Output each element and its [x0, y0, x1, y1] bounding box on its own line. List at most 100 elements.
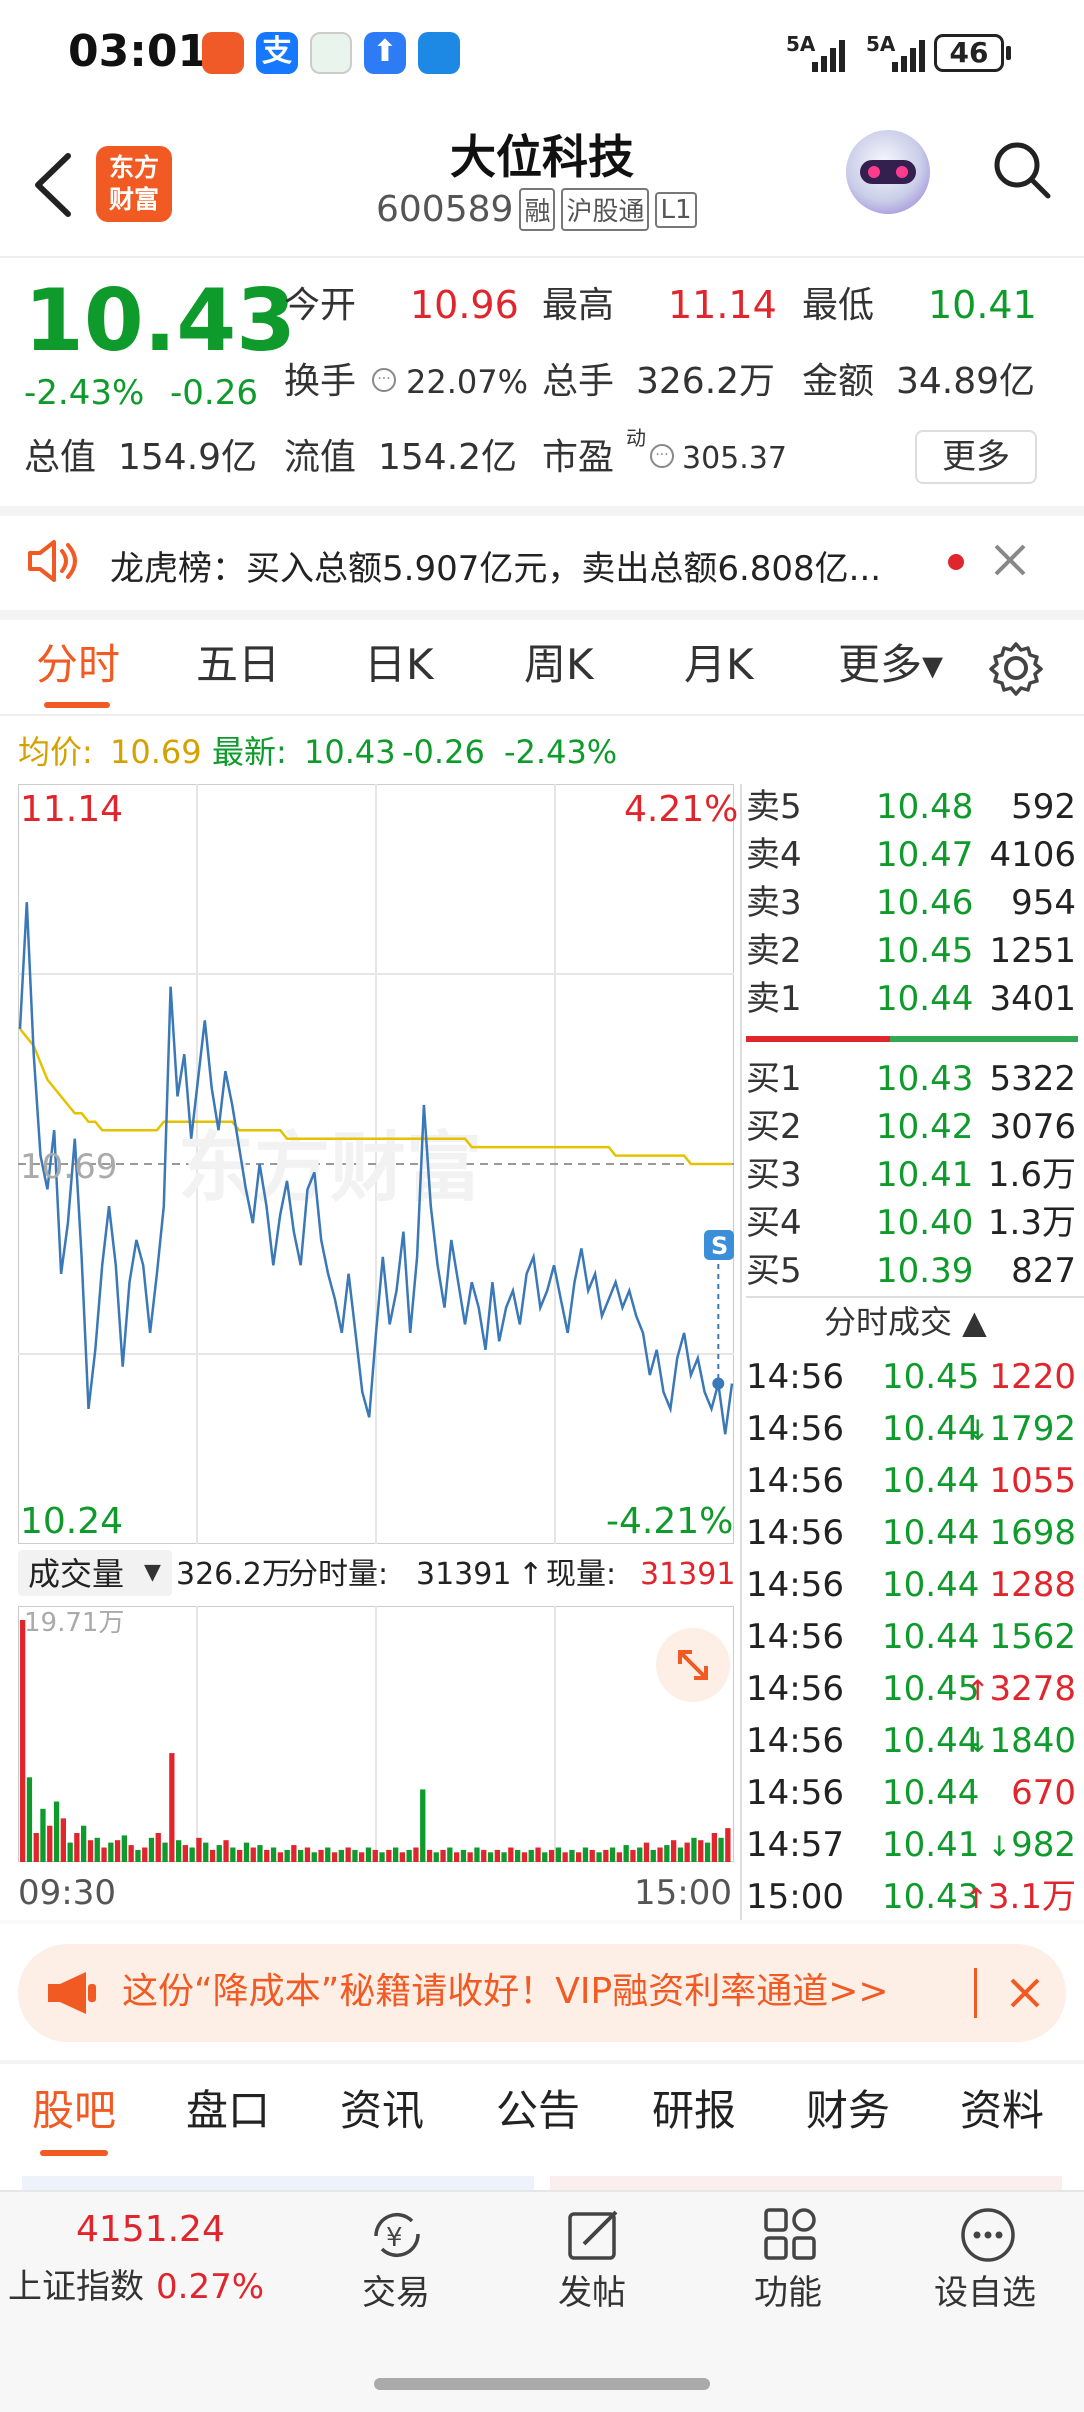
index-pct: 0.27%	[156, 2267, 265, 2307]
tab-news[interactable]: 资讯	[340, 2090, 424, 2132]
info-icon[interactable]: ···	[372, 368, 396, 392]
volume-bar	[379, 1852, 385, 1862]
tick-volume: 1055	[989, 1461, 1076, 1501]
tick-volume: 3.1万	[987, 1877, 1076, 1917]
bid-label: 买4	[746, 1203, 802, 1243]
volume-bar	[609, 1847, 616, 1862]
volume-bar	[230, 1847, 236, 1862]
tab-research[interactable]: 研报	[652, 2090, 736, 2132]
promo-banner[interactable]: 这份“降成本”秘籍请收好！VIP融资利率通道>>	[18, 1944, 1066, 2042]
active-tab-indicator	[44, 702, 110, 708]
tab-guba[interactable]: 股吧	[32, 2090, 116, 2132]
ask-price: 10.45	[876, 931, 974, 971]
bid-bar	[890, 1036, 1078, 1042]
tab-monthly-k[interactable]: 月K	[684, 644, 754, 686]
volume-bar	[501, 1852, 507, 1862]
volume-bar	[677, 1847, 684, 1862]
ask-price: 10.46	[876, 883, 974, 923]
tick-time: 14:56	[746, 1669, 844, 1709]
volume-bar	[386, 1849, 392, 1862]
search-icon[interactable]	[990, 138, 1054, 202]
robot-assistant-icon[interactable]	[846, 130, 930, 214]
low-label: 最低	[802, 285, 875, 326]
tab-announcements[interactable]: 公告	[496, 2090, 580, 2132]
volume-bar	[311, 1852, 317, 1862]
tick-volume-cell: 1698	[989, 1516, 1076, 1550]
close-icon[interactable]	[1008, 1976, 1042, 2010]
tick-arrow: ↓	[966, 1414, 990, 1447]
now-volume-label: 现量:	[546, 1557, 617, 1592]
price-chart[interactable]: 东方财富 S	[18, 784, 734, 1544]
active-tab-indicator	[40, 2150, 108, 2156]
up-arrow: ↑	[518, 1557, 544, 1592]
volume-bar	[209, 1849, 216, 1862]
tick-arrow: ↓	[987, 1830, 1012, 1863]
volume-bar	[81, 1825, 87, 1862]
latest-label: 最新:	[212, 733, 287, 771]
current-price: 10.43	[24, 271, 297, 371]
pe-value: 305.37	[682, 441, 787, 476]
tick-volume-cell: 1288	[989, 1568, 1076, 1602]
svg-text:¥: ¥	[386, 2223, 403, 2253]
back-icon[interactable]	[30, 150, 74, 220]
notice-text[interactable]: 龙虎榜：买入总额5.907亿元，卖出总额6.808亿...	[110, 552, 881, 586]
now-volume-value: 31391	[640, 1557, 736, 1592]
volume-bar	[643, 1842, 650, 1862]
volume-bar	[691, 1837, 697, 1862]
tick-price: 10.45	[882, 1669, 980, 1709]
tab-5day[interactable]: 五日	[196, 644, 280, 686]
amount-label: 金额	[802, 361, 875, 402]
pe-info-icon[interactable]: ···	[650, 444, 674, 468]
chevron-down-icon: ▼	[144, 1560, 161, 1585]
volume-bar	[467, 1852, 473, 1862]
panel-divider	[740, 784, 742, 1920]
tab-profile[interactable]: 资料	[960, 2090, 1044, 2132]
volume-selector-label: 成交量	[28, 1555, 125, 1593]
volume-bar	[603, 1849, 609, 1862]
pe-label: 市盈	[542, 437, 615, 478]
volume-bar	[596, 1852, 602, 1862]
close-icon[interactable]	[992, 542, 1028, 578]
bid-label: 买3	[746, 1155, 802, 1195]
bid-volume: 827	[1011, 1251, 1076, 1291]
tab-pankou[interactable]: 盘口	[186, 2090, 270, 2132]
volume-bar	[372, 1849, 378, 1862]
tab-intraday[interactable]: 分时	[36, 644, 120, 686]
ask-price: 10.44	[876, 979, 974, 1019]
tab-more[interactable]: 更多▾	[838, 644, 943, 686]
tick-arrow: ↓	[966, 1726, 990, 1759]
tag-margin: 融	[519, 188, 556, 231]
more-button[interactable]: 更多	[915, 430, 1037, 484]
expand-icon[interactable]	[656, 1628, 730, 1702]
pe-superscript: 动	[626, 426, 646, 450]
chart-top-price: 11.14	[20, 789, 124, 830]
volume-bar	[521, 1852, 528, 1862]
volume-selector[interactable]: 成交量 ▼	[18, 1550, 172, 1596]
volume-max-label: 19.71万	[24, 1608, 125, 1638]
home-indicator[interactable]	[374, 2378, 710, 2390]
tick-volume: 3278	[989, 1669, 1076, 1709]
tick-time: 14:56	[746, 1357, 844, 1397]
volume-bar	[74, 1833, 80, 1862]
volume-bar	[433, 1852, 439, 1862]
tab-weekly-k[interactable]: 周K	[524, 644, 594, 686]
volume-bar	[162, 1842, 168, 1862]
promo-text[interactable]: 这份“降成本”秘籍请收好！VIP融资利率通道>>	[122, 1974, 889, 2010]
volume-chart[interactable]	[18, 1606, 734, 1862]
ticks-title[interactable]: 分时成交 ▲	[824, 1306, 987, 1338]
tick-price: 10.44	[882, 1565, 980, 1605]
ask-label: 卖1	[746, 979, 802, 1019]
bid-price: 10.42	[876, 1107, 974, 1147]
tick-volume-cell: 1562	[989, 1620, 1076, 1654]
logo-line1: 东方	[108, 153, 159, 182]
tab-finance[interactable]: 财务	[806, 2090, 890, 2132]
tab-daily-k[interactable]: 日K	[364, 644, 434, 686]
chart-tabs: 分时 五日 日K 周K 月K 更多▾	[0, 620, 1084, 716]
eastmoney-logo[interactable]: 东方 财富	[96, 146, 172, 222]
open-value: 10.96	[410, 283, 519, 327]
volume-bar	[67, 1842, 73, 1862]
status-time: 03:01	[68, 26, 209, 77]
settings-icon[interactable]	[988, 640, 1044, 696]
open-label: 今开	[284, 285, 357, 326]
more-dots-icon	[961, 2208, 1015, 2262]
